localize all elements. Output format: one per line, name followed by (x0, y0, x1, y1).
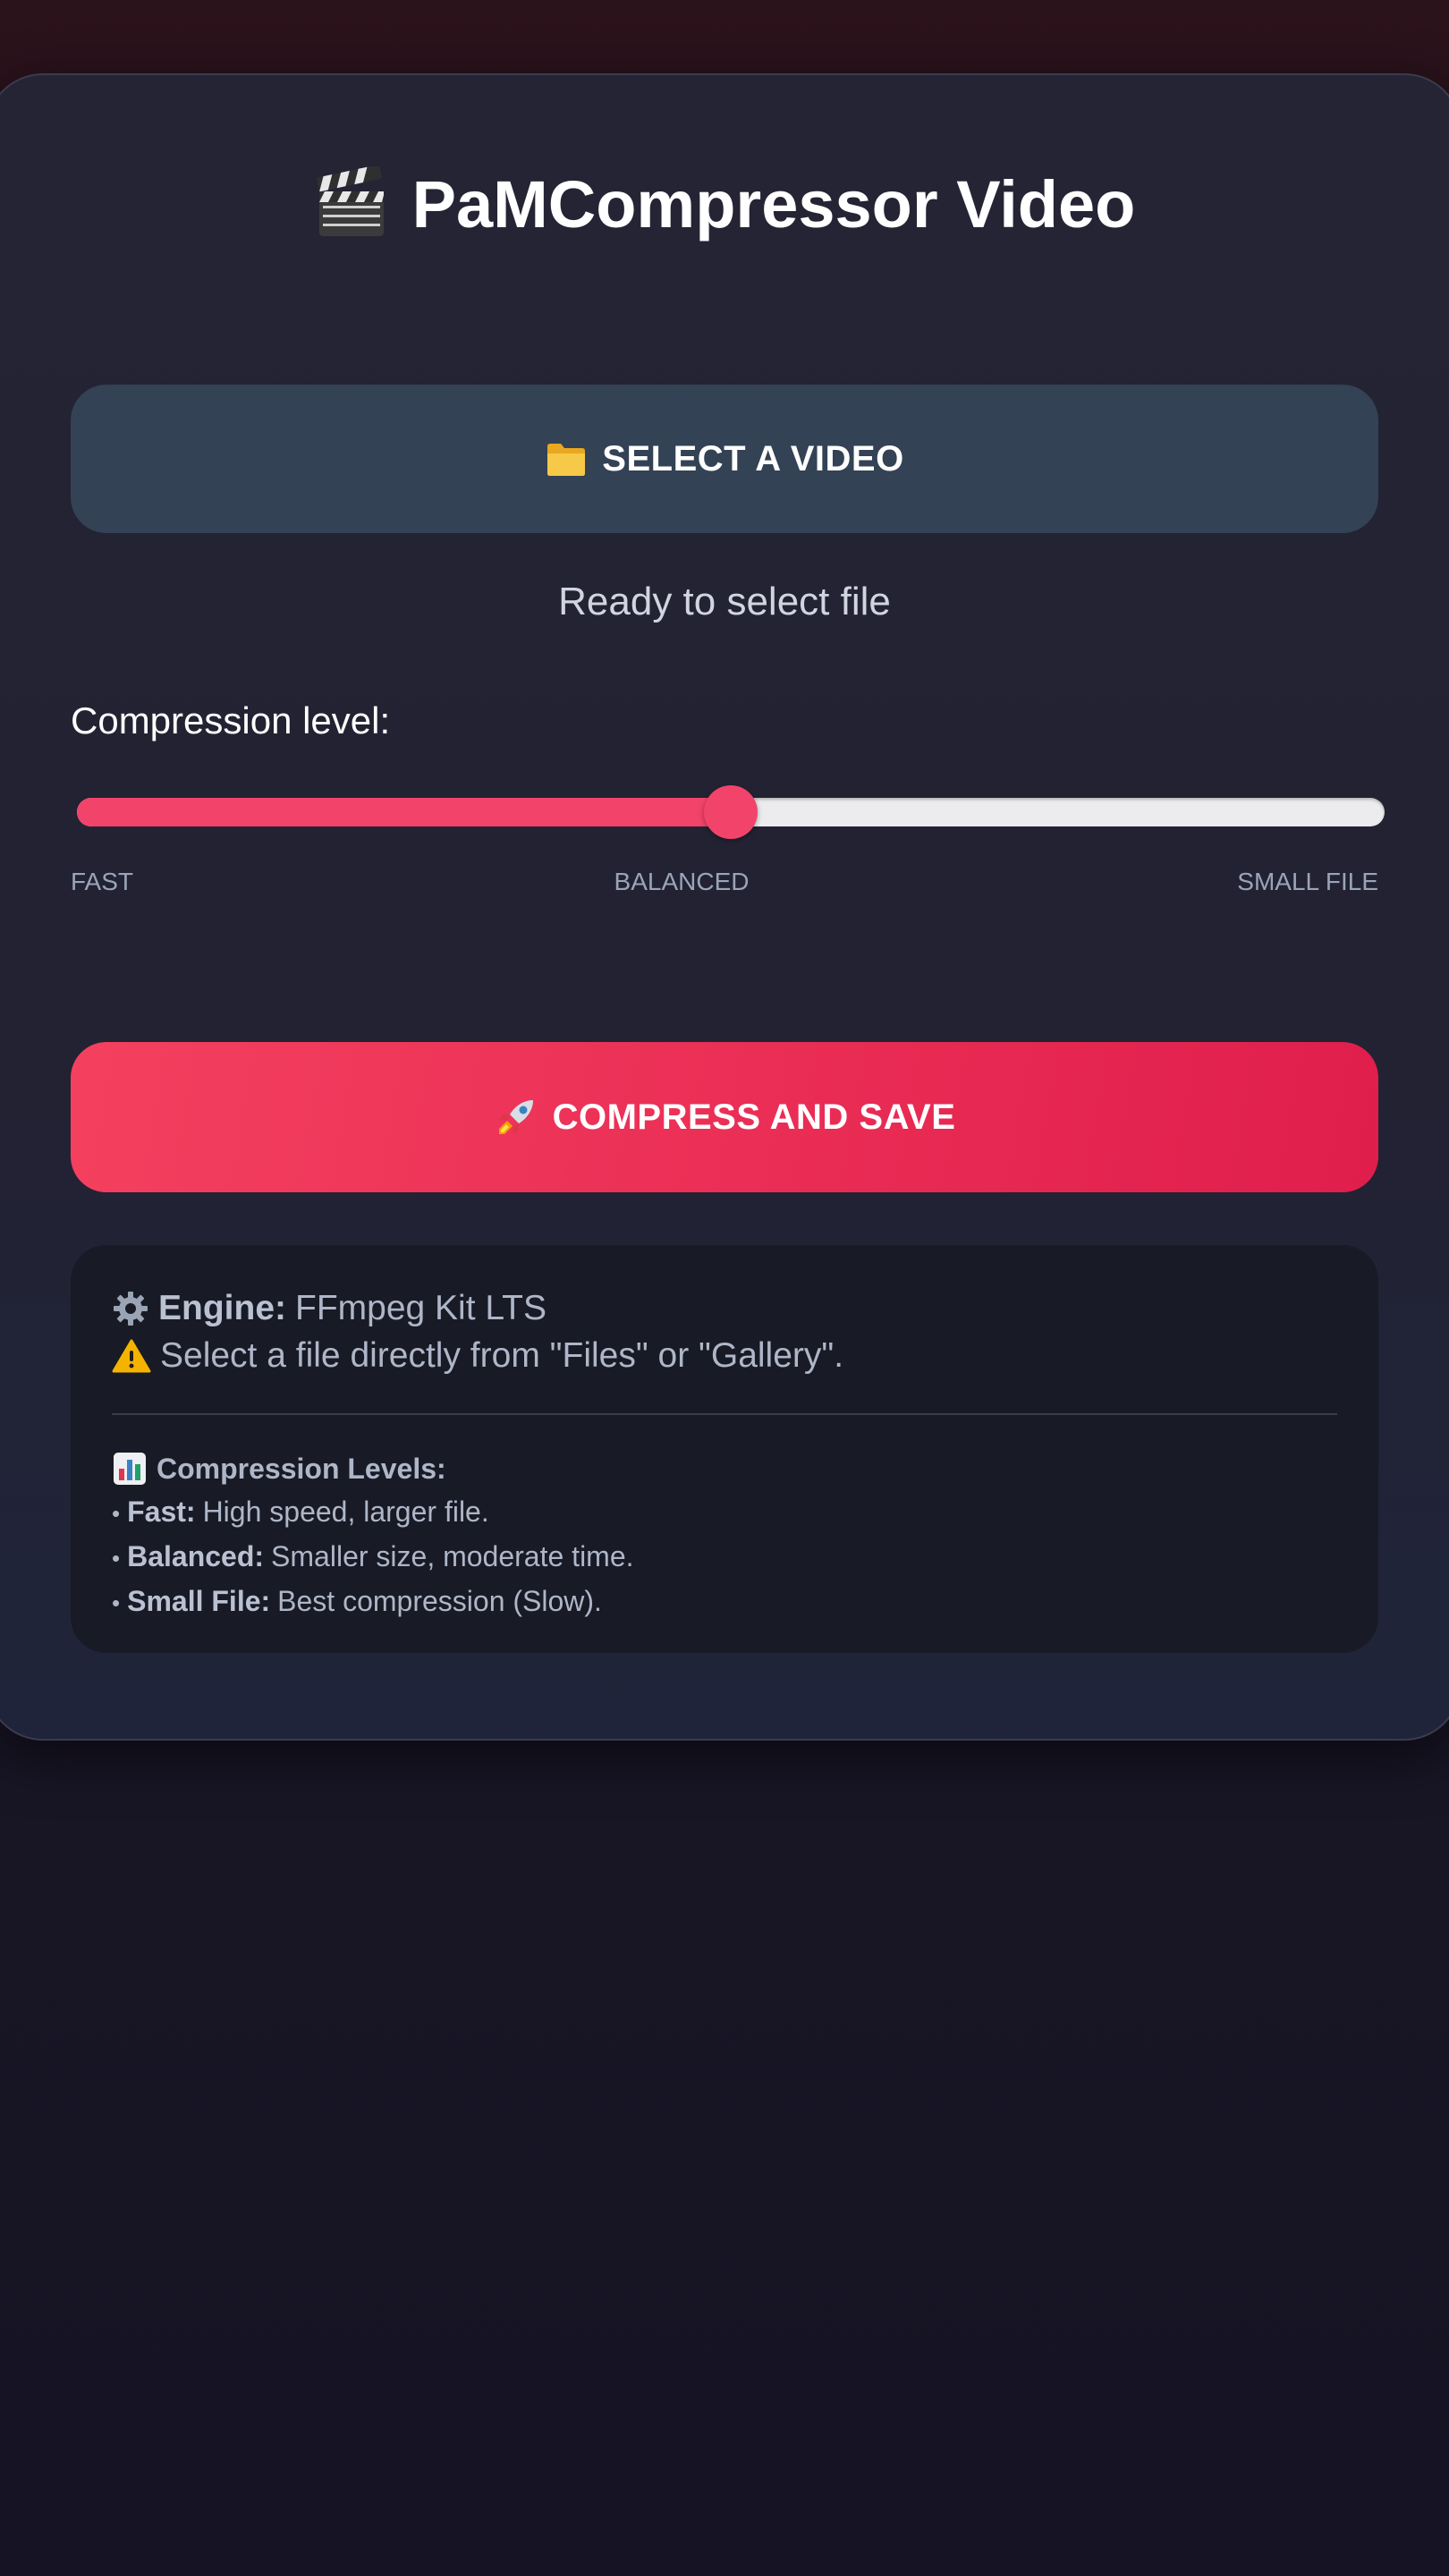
tick-small-file: SMALL FILE (1237, 868, 1378, 895)
compress-and-save-label: COMPRESS AND SAVE (552, 1097, 956, 1137)
folder-icon (545, 439, 588, 479)
slider-thumb[interactable] (704, 785, 758, 839)
level-row-small-file: • Small File: Best compression (Slow). (112, 1585, 602, 1617)
page-title: PaMCompressor Video (0, 159, 1449, 249)
clapperboard-icon (314, 166, 389, 242)
compression-level-label: Compression level: (71, 699, 391, 741)
levels-title-text: Compression Levels: (157, 1453, 446, 1485)
engine-label: Engine: (158, 1289, 286, 1327)
engine-value: FFmpeg Kit LTS (295, 1289, 547, 1327)
select-video-button[interactable]: SELECT A VIDEO (71, 385, 1378, 533)
warning-line: Select a file directly from "Files" or "… (112, 1332, 1337, 1379)
status-text: Ready to select file (558, 580, 891, 623)
compression-levels-title: Compression Levels: (112, 1447, 1337, 1490)
info-divider (112, 1413, 1337, 1415)
compression-level-slider[interactable] (77, 785, 1385, 839)
level-row-balanced: • Balanced: Smaller size, moderate time. (112, 1540, 634, 1572)
level-row-fast: • Fast: High speed, larger file. (112, 1496, 489, 1528)
bar-chart-icon (112, 1451, 148, 1487)
engine-line: Engine: FFmpeg Kit LTS (112, 1284, 1337, 1332)
tick-balanced: BALANCED (614, 868, 750, 895)
rocket-icon (494, 1095, 538, 1140)
info-panel: Engine: FFmpeg Kit LTS Select a file dir… (71, 1245, 1378, 1653)
compress-and-save-button[interactable]: COMPRESS AND SAVE (71, 1042, 1378, 1192)
gear-icon (112, 1290, 149, 1327)
app-title-text: PaMCompressor Video (411, 166, 1136, 242)
warning-text: Select a file directly from "Files" or "… (160, 1336, 844, 1375)
warning-icon (112, 1338, 151, 1374)
select-video-label: SELECT A VIDEO (602, 438, 904, 479)
slider-fill (77, 798, 731, 826)
